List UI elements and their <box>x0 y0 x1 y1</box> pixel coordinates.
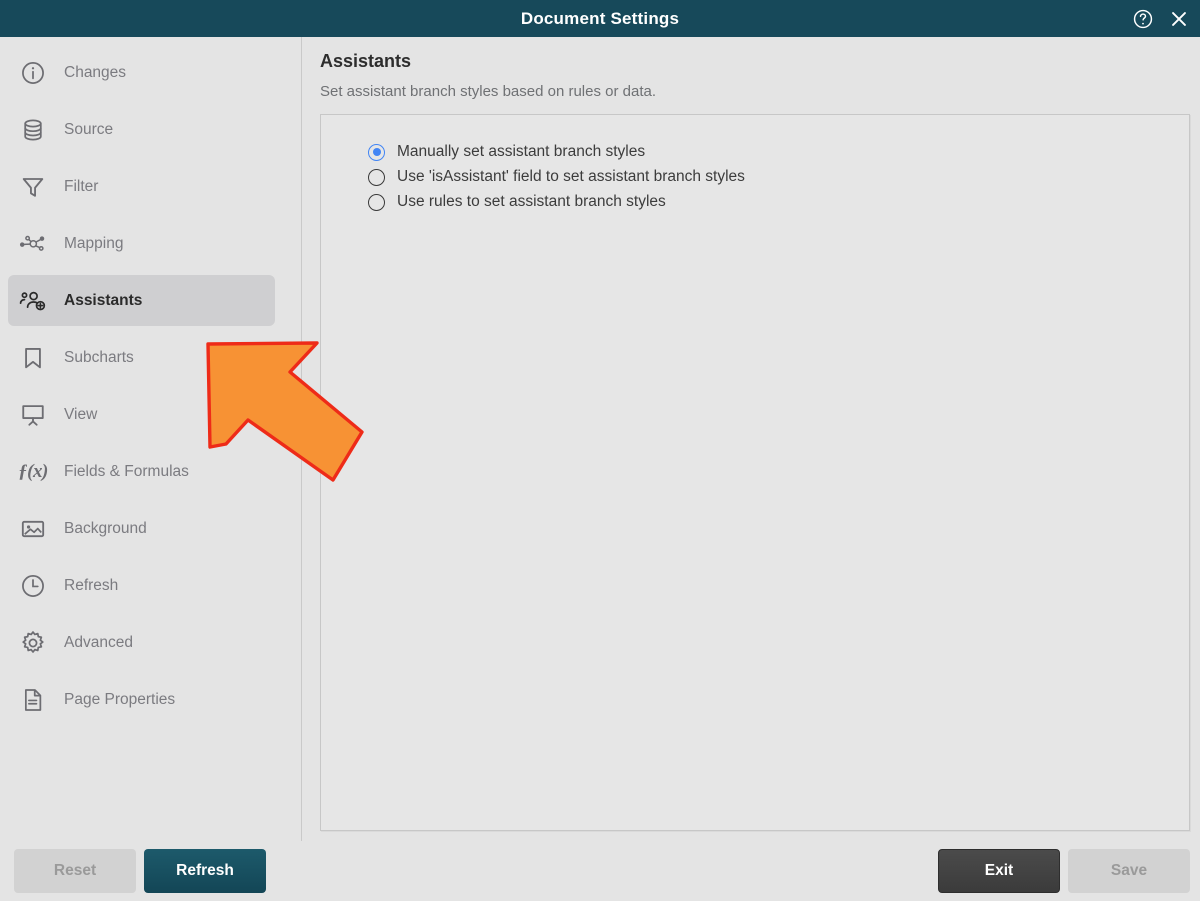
sidebar-item-label: Refresh <box>64 576 119 594</box>
sidebar-item-fields-formulas[interactable]: ƒ(x) Fields & Formulas <box>8 446 275 497</box>
radio-indicator[interactable] <box>368 143 385 161</box>
node-graph-icon <box>18 229 48 259</box>
radio-option-label: Use rules to set assistant branch styles <box>397 193 666 210</box>
radio-option-rules[interactable]: Use rules to set assistant branch styles <box>368 193 1189 211</box>
radio-option-label: Manually set assistant branch styles <box>397 143 646 160</box>
sidebar-item-view[interactable]: View <box>8 389 275 440</box>
presentation-icon <box>18 400 48 430</box>
window-body: Changes Source Filter Mapping Assistants… <box>0 37 1200 841</box>
sidebar-item-label: Changes <box>64 63 127 81</box>
settings-sidebar: Changes Source Filter Mapping Assistants… <box>0 37 302 841</box>
radio-indicator[interactable] <box>368 193 385 211</box>
page-subtitle: Set assistant branch styles based on rul… <box>320 83 657 100</box>
sidebar-item-label: Mapping <box>64 234 124 252</box>
funnel-icon <box>18 172 48 202</box>
sidebar-item-label: Page Properties <box>64 690 176 708</box>
dialog-footer: Reset Refresh Exit Save <box>0 841 1200 901</box>
people-add-icon <box>18 286 48 316</box>
exit-button[interactable]: Exit <box>938 849 1060 893</box>
radio-option-manual[interactable]: Manually set assistant branch styles <box>368 143 1189 161</box>
bookmark-icon <box>18 343 48 373</box>
sidebar-item-subcharts[interactable]: Subcharts <box>8 332 275 383</box>
save-button[interactable]: Save <box>1068 849 1190 893</box>
sidebar-item-advanced[interactable]: Advanced <box>8 617 275 668</box>
document-settings-window: Document Settings Changes Source Filter … <box>0 0 1200 901</box>
document-icon <box>18 685 48 715</box>
page-title: Assistants <box>320 51 412 71</box>
sidebar-item-source[interactable]: Source <box>8 104 275 155</box>
assistants-options-panel: Manually set assistant branch styles Use… <box>320 114 1190 831</box>
close-icon[interactable] <box>1168 8 1190 30</box>
sidebar-item-label: View <box>64 405 98 423</box>
radio-indicator[interactable] <box>368 168 385 186</box>
function-fx-icon: ƒ(x) <box>18 457 48 487</box>
help-circle-icon[interactable] <box>1132 8 1154 30</box>
footer-left-actions: Reset Refresh <box>14 849 266 893</box>
radio-option-label: Use 'isAssistant' field to set assistant… <box>397 168 745 185</box>
radio-option-isassistant-field[interactable]: Use 'isAssistant' field to set assistant… <box>368 168 1189 186</box>
assistant-style-radio-group: Manually set assistant branch styles Use… <box>368 143 1189 211</box>
sidebar-item-label: Background <box>64 519 147 537</box>
sidebar-item-filter[interactable]: Filter <box>8 161 275 212</box>
gear-icon <box>18 628 48 658</box>
title-bar-actions <box>1132 0 1190 37</box>
refresh-button[interactable]: Refresh <box>144 849 266 893</box>
clock-icon <box>18 571 48 601</box>
sidebar-item-label: Filter <box>64 177 99 195</box>
sidebar-item-background[interactable]: Background <box>8 503 275 554</box>
footer-right-actions: Exit Save <box>938 849 1190 893</box>
reset-button[interactable]: Reset <box>14 849 136 893</box>
sidebar-item-label: Fields & Formulas <box>64 462 189 480</box>
sidebar-item-page-properties[interactable]: Page Properties <box>8 674 275 725</box>
sidebar-item-mapping[interactable]: Mapping <box>8 218 275 269</box>
sidebar-item-label: Assistants <box>64 291 143 309</box>
info-circle-icon <box>18 58 48 88</box>
settings-content-pane: Assistants Set assistant branch styles b… <box>302 37 1200 841</box>
sidebar-item-label: Source <box>64 120 114 138</box>
image-icon <box>18 514 48 544</box>
title-bar: Document Settings <box>0 0 1200 37</box>
sidebar-item-label: Subcharts <box>64 348 134 366</box>
function-fx-glyph: ƒ(x) <box>18 460 48 482</box>
sidebar-item-label: Advanced <box>64 633 133 651</box>
sidebar-item-refresh[interactable]: Refresh <box>8 560 275 611</box>
sidebar-item-changes[interactable]: Changes <box>8 47 275 98</box>
database-icon <box>18 115 48 145</box>
window-title: Document Settings <box>520 8 680 28</box>
sidebar-item-assistants[interactable]: Assistants <box>8 275 275 326</box>
